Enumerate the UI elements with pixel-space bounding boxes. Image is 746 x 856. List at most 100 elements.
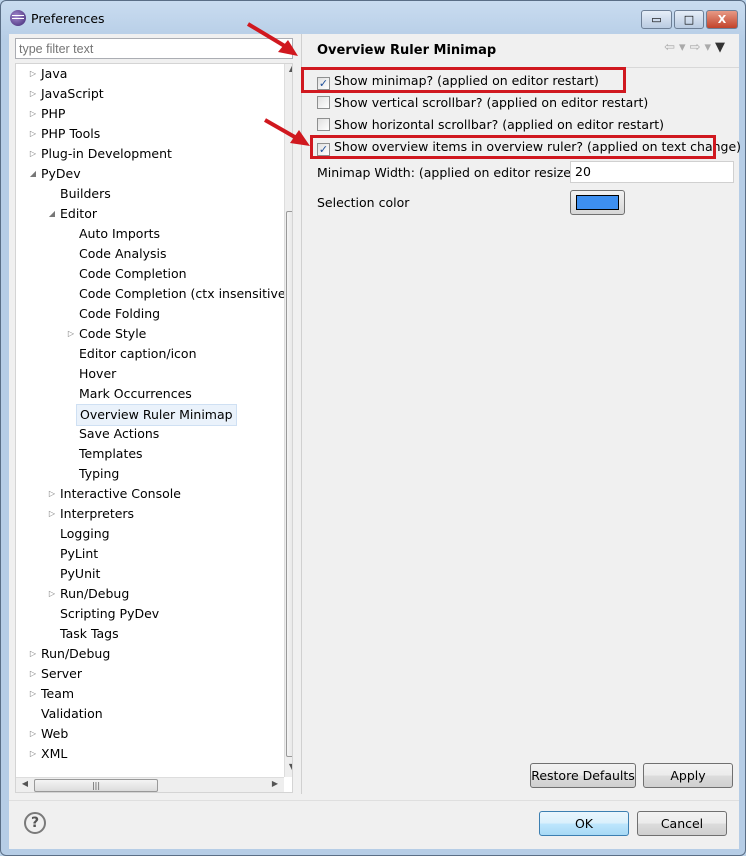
tree-item[interactable]: ▷ Interpreters bbox=[16, 504, 284, 524]
collapsed-arrow-icon[interactable]: ▷ bbox=[28, 684, 38, 704]
tree-item-label: Save Actions bbox=[79, 426, 160, 441]
collapsed-arrow-icon[interactable]: ▷ bbox=[28, 84, 38, 104]
collapsed-arrow-icon[interactable]: ▷ bbox=[47, 504, 57, 524]
preference-tree: ▷ Java ▷ JavaScript ▷ PHP ▷ PHP Tools ▷ Plug-in D… bbox=[15, 63, 293, 793]
tree-item[interactable]: Logging bbox=[16, 524, 284, 544]
unchecked-checkbox-icon[interactable] bbox=[317, 118, 330, 131]
unchecked-checkbox-icon[interactable] bbox=[317, 96, 330, 109]
collapsed-arrow-icon[interactable]: ▷ bbox=[47, 584, 57, 604]
tree-item-label: PyUnit bbox=[60, 566, 101, 581]
view-menu-icon[interactable]: ▼ bbox=[715, 40, 729, 55]
tree-item[interactable]: Mark Occurrences bbox=[16, 384, 284, 404]
tree-item[interactable]: Editor caption/icon bbox=[16, 344, 284, 364]
tree-item[interactable]: ▷ Plug-in Development bbox=[16, 144, 284, 164]
tree-item-label: Editor caption/icon bbox=[79, 346, 197, 361]
minimap-width-input[interactable]: 20 bbox=[570, 161, 734, 183]
tree-item[interactable]: ▷ Code Style bbox=[16, 324, 284, 344]
back-icon[interactable]: ⇦▾ bbox=[664, 40, 689, 55]
tree-item[interactable]: Hover bbox=[16, 364, 284, 384]
tree-item[interactable]: ▷ Team bbox=[16, 684, 284, 704]
option-checkbox[interactable]: Show vertical scrollbar? (applied on edi… bbox=[317, 94, 648, 112]
horizontal-scrollbar[interactable]: ◀ ||| ▶ bbox=[16, 777, 284, 792]
ok-button[interactable]: OK bbox=[539, 811, 629, 836]
forward-icon[interactable]: ⇨▾ bbox=[690, 40, 715, 55]
tree-item[interactable]: ▷ Run/Debug bbox=[16, 644, 284, 664]
tree-item-label: Plug-in Development bbox=[41, 146, 172, 161]
tree-item[interactable]: Code Folding bbox=[16, 304, 284, 324]
minimize-button[interactable]: ▭ bbox=[641, 10, 672, 29]
tree-item[interactable]: Templates bbox=[16, 444, 284, 464]
collapsed-arrow-icon[interactable]: ▷ bbox=[28, 724, 38, 744]
filter-input[interactable] bbox=[15, 38, 293, 59]
collapsed-arrow-icon[interactable]: ▷ bbox=[28, 124, 38, 144]
tree-item[interactable]: ▷ Server bbox=[16, 664, 284, 684]
tree-item-label: Logging bbox=[60, 526, 110, 541]
tree-item[interactable]: Typing bbox=[16, 464, 284, 484]
tree-item[interactable]: ◢ PyDev bbox=[16, 164, 284, 184]
tree-item-label: PHP Tools bbox=[41, 126, 101, 141]
tree-item-label: Code Style bbox=[79, 326, 147, 341]
tree-item-label: Code Analysis bbox=[79, 246, 167, 261]
tree-item[interactable]: PyUnit bbox=[16, 564, 284, 584]
tree-item[interactable]: ▷ Java bbox=[16, 64, 284, 84]
collapsed-arrow-icon[interactable]: ▷ bbox=[66, 324, 76, 344]
horizontal-scroll-thumb[interactable]: ||| bbox=[34, 779, 158, 792]
minimap-width-label: Minimap Width: (applied on editor resize… bbox=[317, 165, 576, 180]
expanded-arrow-icon[interactable]: ◢ bbox=[47, 204, 57, 224]
window-title: Preferences bbox=[31, 11, 105, 26]
tree-item[interactable]: ▷ JavaScript bbox=[16, 84, 284, 104]
maximize-button[interactable]: □ bbox=[674, 10, 704, 29]
tree-item[interactable]: ◢ Editor bbox=[16, 204, 284, 224]
tree-item[interactable]: Save Actions bbox=[16, 424, 284, 444]
tree-item[interactable]: Validation bbox=[16, 704, 284, 724]
page-navigation: ⇦▾⇨▾▼ bbox=[664, 40, 729, 55]
collapsed-arrow-icon[interactable]: ▷ bbox=[28, 64, 38, 84]
tree-item-label: Mark Occurrences bbox=[79, 386, 192, 401]
help-icon[interactable]: ? bbox=[24, 812, 46, 834]
tree-item[interactable]: Auto Imports bbox=[16, 224, 284, 244]
tree-item-label: Builders bbox=[60, 186, 111, 201]
scroll-left-icon[interactable]: ◀ bbox=[18, 779, 32, 788]
collapsed-arrow-icon[interactable]: ▷ bbox=[28, 644, 38, 664]
tree-item[interactable]: Builders bbox=[16, 184, 284, 204]
close-button[interactable]: X bbox=[706, 10, 738, 29]
tree-item-label: Validation bbox=[41, 706, 103, 721]
apply-button[interactable]: Apply bbox=[643, 763, 733, 788]
tree-item-label: XML bbox=[41, 746, 68, 761]
tree-item-label: Code Completion (ctx insensitive a bbox=[79, 286, 293, 301]
tree-item-label: JavaScript bbox=[41, 86, 104, 101]
tree-item-label: Scripting PyDev bbox=[60, 606, 160, 621]
restore-defaults-button[interactable]: Restore Defaults bbox=[530, 763, 636, 788]
selection-color-button[interactable] bbox=[570, 190, 625, 215]
tree-item[interactable]: Code Completion (ctx insensitive a bbox=[16, 284, 292, 304]
tree-item[interactable]: Overview Ruler Minimap bbox=[16, 404, 284, 426]
tree-item[interactable]: ▷ XML bbox=[16, 744, 284, 764]
tree-item[interactable]: Code Analysis bbox=[16, 244, 284, 264]
tree-item[interactable]: Scripting PyDev bbox=[16, 604, 284, 624]
tree-item[interactable]: ▷ Run/Debug bbox=[16, 584, 284, 604]
vertical-scroll-thumb[interactable] bbox=[286, 211, 292, 757]
tree-item[interactable]: ▷ PHP Tools bbox=[16, 124, 284, 144]
tree-item[interactable]: Task Tags bbox=[16, 624, 284, 644]
tree-item-label: Interactive Console bbox=[60, 486, 181, 501]
scroll-down-icon[interactable]: ▼ bbox=[285, 762, 292, 771]
tree-item[interactable]: ▷ Interactive Console bbox=[16, 484, 284, 504]
tree-item[interactable]: ▷ Web bbox=[16, 724, 284, 744]
collapsed-arrow-icon[interactable]: ▷ bbox=[47, 484, 57, 504]
tree-item[interactable]: ▷ PHP bbox=[16, 104, 284, 124]
tree-item[interactable]: PyLint bbox=[16, 544, 284, 564]
panel-divider[interactable] bbox=[301, 34, 302, 794]
collapsed-arrow-icon[interactable]: ▷ bbox=[28, 664, 38, 684]
expanded-arrow-icon[interactable]: ◢ bbox=[28, 164, 38, 184]
vertical-scrollbar[interactable]: ▲ ▼ bbox=[284, 64, 292, 777]
scroll-up-icon[interactable]: ▲ bbox=[285, 64, 292, 73]
tree-item[interactable]: Code Completion bbox=[16, 264, 284, 284]
scroll-right-icon[interactable]: ▶ bbox=[268, 779, 282, 788]
collapsed-arrow-icon[interactable]: ▷ bbox=[28, 744, 38, 764]
option-checkbox[interactable]: Show horizontal scrollbar? (applied on e… bbox=[317, 116, 664, 134]
collapsed-arrow-icon[interactable]: ▷ bbox=[28, 104, 38, 124]
collapsed-arrow-icon[interactable]: ▷ bbox=[28, 144, 38, 164]
page-title: Overview Ruler Minimap bbox=[317, 43, 497, 58]
cancel-button[interactable]: Cancel bbox=[637, 811, 727, 836]
title-bar: Preferences ▭ □ X bbox=[1, 1, 745, 35]
